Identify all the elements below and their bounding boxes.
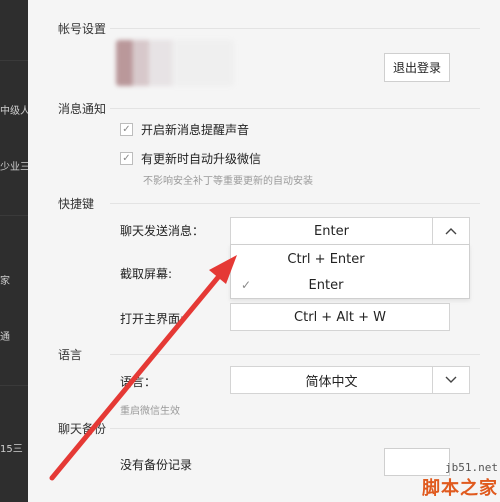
open-main-label: 打开主界面: xyxy=(120,312,185,326)
auto-upgrade-checkbox-label: 有更新时自动升级微信 xyxy=(141,152,262,166)
avatar xyxy=(116,40,234,86)
send-message-dropdown: Ctrl + Enter ✓ Enter xyxy=(230,244,470,299)
open-main-value: Ctrl + Alt + W xyxy=(294,309,386,325)
backup-empty-text: 没有备份记录 xyxy=(120,458,193,472)
send-message-label: 聊天发送消息： xyxy=(120,224,205,238)
checkbox[interactable]: ✓ xyxy=(120,123,133,136)
section-label-language: 语言 xyxy=(58,348,83,362)
auto-upgrade-hint: 不影响安全补丁等重要更新的自动安装 xyxy=(143,176,313,187)
language-label: 语言： xyxy=(120,375,157,389)
section-label-shortcuts: 快捷键 xyxy=(58,197,95,211)
dropdown-option-enter[interactable]: ✓ Enter xyxy=(231,272,469,298)
sidebar-snippet: 中级人 xyxy=(0,106,28,117)
divider xyxy=(110,108,480,109)
send-message-value: Enter xyxy=(314,223,349,239)
sidebar-separator xyxy=(0,60,28,61)
watermark: jb51.net 脚本之家 xyxy=(422,461,498,500)
language-hint: 重启微信生效 xyxy=(120,406,180,417)
sidebar-separator xyxy=(0,215,28,216)
divider xyxy=(110,203,480,204)
dropdown-option-ctrl-enter[interactable]: Ctrl + Enter xyxy=(231,246,469,272)
language-select[interactable]: 简体中文 xyxy=(230,366,470,394)
sidebar-snippet: 家 xyxy=(0,276,10,287)
sidebar-snippet: 少业三 xyxy=(0,162,28,173)
section-label-account: 帐号设置 xyxy=(58,22,107,36)
divider xyxy=(110,428,480,429)
screenshot-label: 截取屏幕: xyxy=(120,267,173,281)
open-main-shortcut-field[interactable]: Ctrl + Alt + W xyxy=(230,303,450,331)
section-label-notifications: 消息通知 xyxy=(58,102,107,116)
logout-button[interactable]: 退出登录 xyxy=(384,53,450,82)
watermark-url: jb51.net xyxy=(445,461,498,474)
settings-panel: 帐号设置 退出登录 消息通知 ✓ 开启新消息提醒声音 ✓ 有更新时自动升级微信 … xyxy=(28,0,500,502)
sidebar-snippet: 通 xyxy=(0,332,10,343)
chevron-up-icon[interactable] xyxy=(432,218,469,244)
sound-checkbox-label: 开启新消息提醒声音 xyxy=(141,123,250,137)
sidebar-separator xyxy=(0,385,28,386)
chevron-down-icon[interactable] xyxy=(432,367,469,393)
language-value: 简体中文 xyxy=(305,374,358,390)
section-label-backup: 聊天备份 xyxy=(58,422,107,436)
auto-upgrade-checkbox-row[interactable]: ✓ 有更新时自动升级微信 xyxy=(120,150,261,167)
send-message-select[interactable]: Enter xyxy=(230,217,470,245)
divider xyxy=(110,354,480,355)
sound-checkbox-row[interactable]: ✓ 开启新消息提醒声音 xyxy=(120,121,249,138)
checkbox[interactable]: ✓ xyxy=(120,152,133,165)
sidebar-snippet: 15三 xyxy=(0,444,23,455)
watermark-name: 脚本之家 xyxy=(422,478,498,499)
background-sidebar: 中级人 少业三 家 通 15三 xyxy=(0,0,28,502)
divider xyxy=(110,28,480,29)
